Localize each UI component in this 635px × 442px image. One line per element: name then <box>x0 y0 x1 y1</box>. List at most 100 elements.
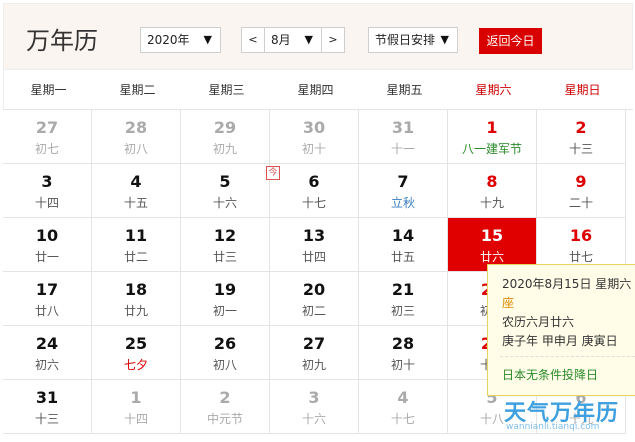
day-cell[interactable]: 20 初二 <box>270 272 359 326</box>
lunar-label: 二十 <box>568 196 593 210</box>
day-cell[interactable]: 1 十四 <box>92 380 181 434</box>
month-select[interactable]: 8月 ▼ <box>264 27 322 53</box>
holiday-select-value: 节假日安排 <box>375 33 436 47</box>
day-cell[interactable]: 18 廿九 <box>92 272 181 326</box>
day-cell[interactable]: 28 初八 <box>92 110 181 164</box>
day-cell[interactable]: 24 初六 <box>3 326 92 380</box>
day-cell[interactable]: 3 十四 <box>3 164 92 218</box>
tooltip-lunar: 农历六月廿六 <box>502 315 575 329</box>
next-month-button[interactable]: > <box>321 27 345 53</box>
lunar-label: 立秋 <box>390 196 415 210</box>
lunar-label: 十五 <box>123 196 148 210</box>
lunar-label: 八一建军节 <box>461 142 522 156</box>
day-cell[interactable]: 27 初九 <box>270 326 359 380</box>
day-cell[interactable]: 4 十七 <box>359 380 448 434</box>
day-cell[interactable]: 2 中元节 <box>181 380 270 434</box>
day-cell[interactable]: 1 八一建军节 <box>448 110 537 164</box>
weekday-thu: 星期四 <box>297 83 334 97</box>
day-cell[interactable]: 14 廿五 <box>359 218 448 272</box>
lunar-label: 初二 <box>301 304 326 318</box>
lunar-label: 初一 <box>212 304 237 318</box>
day-number: 1 <box>130 388 142 407</box>
year-select[interactable]: 2020年 ▼ <box>140 27 221 53</box>
day-cell[interactable]: 10 廿一 <box>3 218 92 272</box>
day-number: 29 <box>213 118 237 137</box>
weekday-sat: 星期六 <box>475 83 512 97</box>
day-cell[interactable]: 8 十九 <box>448 164 537 218</box>
lunar-label: 初九 <box>212 142 237 156</box>
day-number: 25 <box>124 334 148 353</box>
day-cell[interactable]: 13 廿四 <box>270 218 359 272</box>
day-cell[interactable]: 3 十六 <box>270 380 359 434</box>
back-to-today-button[interactable]: 返回今日 <box>479 28 542 54</box>
day-cell[interactable]: 6 十七 <box>270 164 359 218</box>
date-tooltip: 2020年8月15日 星期六 座 农历六月廿六 庚子年 甲申月 庚寅日 日本无条… <box>487 264 635 396</box>
lunar-label: 十六 <box>301 412 326 426</box>
lunar-label: 初八 <box>123 142 148 156</box>
weekday-header: 星期一 星期二 星期三 星期四 星期五 星期六 星期日 <box>3 70 633 110</box>
day-cell[interactable]: 26 初八 <box>181 326 270 380</box>
year-select-value: 2020年 <box>147 33 190 47</box>
day-cell[interactable]: 9 二十 <box>537 164 626 218</box>
day-number: 3 <box>308 388 320 407</box>
lunar-label: 十一 <box>390 142 415 156</box>
day-cell[interactable]: 12 廿三 <box>181 218 270 272</box>
day-number: 4 <box>397 388 409 407</box>
day-number: 8 <box>486 172 498 191</box>
lunar-label: 七夕 <box>123 358 148 372</box>
lunar-label: 十六 <box>212 196 237 210</box>
day-number: 28 <box>124 118 148 137</box>
lunar-label: 十四 <box>34 196 59 210</box>
day-number: 2 <box>575 118 587 137</box>
lunar-label: 初十 <box>390 358 415 372</box>
watermark-logo: 天气万年历 wannianli.tianqi.com <box>504 395 635 442</box>
day-number: 24 <box>35 334 59 353</box>
lunar-label: 初七 <box>34 142 59 156</box>
day-number: 26 <box>213 334 237 353</box>
day-cell[interactable]: 11 廿二 <box>92 218 181 272</box>
page-title: 万年历 <box>26 27 98 55</box>
lunar-label: 十三 <box>34 412 59 426</box>
lunar-label: 初八 <box>212 358 237 372</box>
day-cell[interactable]: 29 初九 <box>181 110 270 164</box>
weekday-wed: 星期三 <box>208 83 245 97</box>
day-number: 10 <box>35 226 59 245</box>
day-cell[interactable]: 25 七夕 <box>92 326 181 380</box>
day-cell[interactable]: 2 十三 <box>537 110 626 164</box>
watermark-url: wannianli.tianqi.com <box>506 422 600 432</box>
day-number: 9 <box>575 172 587 191</box>
tooltip-ganzhi: 庚子年 甲申月 庚寅日 <box>502 334 618 348</box>
day-cell[interactable]: 5 十六 <box>181 164 270 218</box>
day-number: 11 <box>124 226 148 245</box>
day-cell[interactable]: 27 初七 <box>3 110 92 164</box>
day-cell[interactable]: 31 十一 <box>359 110 448 164</box>
day-number: 6 <box>308 172 320 191</box>
tooltip-festival: 日本无条件投降日 <box>502 368 599 382</box>
day-cell[interactable]: 7 立秋 今 <box>266 164 448 218</box>
day-number: 31 <box>35 388 59 407</box>
day-cell[interactable]: 4 十五 <box>92 164 181 218</box>
day-number: 4 <box>130 172 142 191</box>
weekday-sun: 星期日 <box>564 83 601 97</box>
lunar-label: 初六 <box>34 358 59 372</box>
tooltip-date: 2020年8月15日 星期六 <box>502 277 632 291</box>
day-number: 28 <box>391 334 415 353</box>
holiday-select[interactable]: 节假日安排 ▼ <box>368 27 458 53</box>
day-number: 19 <box>213 280 237 299</box>
day-cell[interactable]: 28 初十 <box>359 326 448 380</box>
day-number: 31 <box>391 118 415 137</box>
lunar-label: 十九 <box>479 196 504 210</box>
prev-month-button[interactable]: < <box>241 27 265 53</box>
weekday-tue: 星期二 <box>119 83 156 97</box>
lunar-label: 廿一 <box>34 250 59 264</box>
lunar-label: 廿五 <box>390 250 415 264</box>
day-number: 30 <box>302 118 326 137</box>
lunar-label: 廿八 <box>34 304 59 318</box>
day-number: 18 <box>124 280 148 299</box>
day-cell[interactable]: 19 初一 <box>181 272 270 326</box>
day-cell[interactable]: 30 初十 <box>270 110 359 164</box>
day-number: 27 <box>302 334 326 353</box>
day-cell[interactable]: 21 初三 <box>359 272 448 326</box>
day-cell[interactable]: 17 廿八 <box>3 272 92 326</box>
day-cell[interactable]: 31 十三 <box>3 380 92 434</box>
